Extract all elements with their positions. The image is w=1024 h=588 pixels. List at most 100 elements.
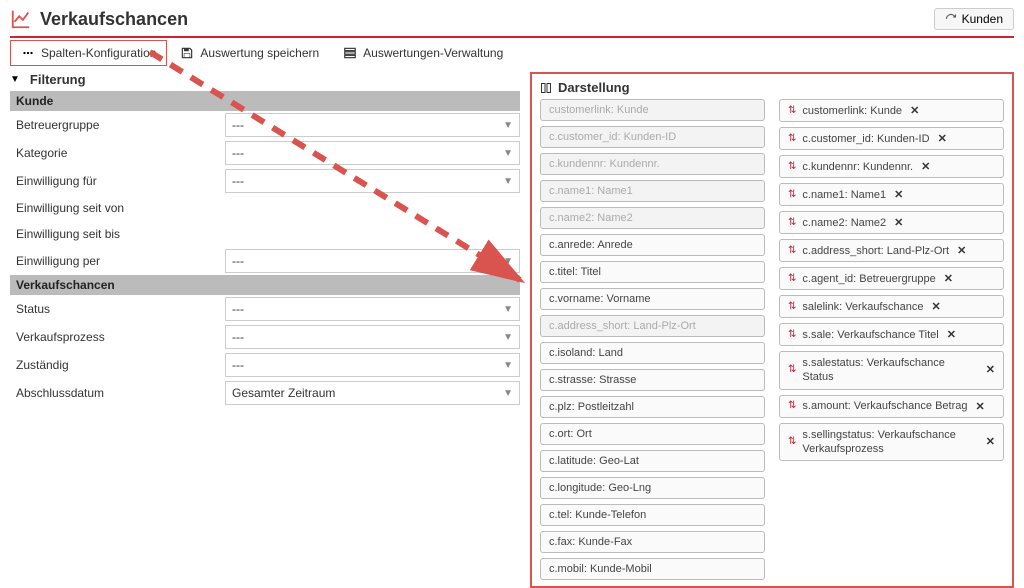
selected-column-chip[interactable]: ⇅c.address_short: Land-Plz-Ort✕ — [779, 239, 1004, 262]
remove-icon[interactable]: ✕ — [894, 216, 903, 229]
chip-label: customerlink: Kunde — [802, 105, 902, 117]
selected-column-chip[interactable]: ⇅ c.agent_id: Betreuergruppe ✕ — [779, 267, 1004, 290]
remove-icon[interactable]: ✕ — [931, 300, 940, 313]
layout-icon — [540, 82, 552, 94]
available-column-chip: customerlink: Kunde — [540, 99, 765, 121]
select-value: --- — [232, 146, 244, 160]
refresh-icon — [945, 13, 957, 25]
kunden-button[interactable]: Kunden — [934, 8, 1014, 30]
kunde-field-select[interactable]: ---▼ — [225, 169, 520, 193]
chevron-down-icon: ▼ — [503, 176, 513, 187]
drag-handle-icon[interactable]: ⇅ — [788, 106, 796, 116]
vk-field-label: Verkaufsprozess — [10, 326, 225, 348]
available-column-chip[interactable]: c.latitude: Geo-Lat — [540, 450, 765, 472]
selected-column-chip[interactable]: ⇅ c.customer_id: Kunden-ID ✕ — [779, 127, 1004, 150]
kunde-field-row: Kategorie---▼ — [10, 139, 520, 167]
chip-label: c.customer_id: Kunden-ID — [802, 133, 929, 145]
available-column-chip[interactable]: c.tel: Kunde-Telefon — [540, 504, 765, 526]
drag-handle-icon[interactable]: ⇅ — [788, 274, 796, 284]
kunde-field-label: Betreuergruppe — [10, 114, 225, 136]
darstellung-panel: Darstellung customerlink: Kunde c.custome… — [530, 72, 1014, 588]
select-value: --- — [232, 358, 244, 372]
selected-column-chip[interactable]: ⇅ c.kundennr: Kundennr. ✕ — [779, 155, 1004, 178]
remove-icon[interactable]: ✕ — [910, 104, 919, 117]
available-column-chip[interactable]: c.longitude: Geo-Lng — [540, 477, 765, 499]
toolbar-save-report[interactable]: Auswertung speichern — [169, 40, 330, 66]
kunde-field-row: Einwilligung für---▼ — [10, 167, 520, 195]
toolbar-column-config[interactable]: Spalten-Konfiguration — [10, 40, 167, 66]
filter-panel: Filterung Kunde Betreuergruppe---▼Katego… — [10, 72, 520, 588]
chip-label: c.agent_id: Betreuergruppe — [802, 273, 935, 285]
chip-label: c.name2: Name2 — [802, 217, 886, 229]
vk-field-select[interactable]: ---▼ — [225, 325, 520, 349]
remove-icon[interactable]: ✕ — [938, 132, 947, 145]
vk-field-select[interactable]: --- ▼ — [225, 353, 520, 377]
chevron-down-icon: ▼ — [503, 360, 513, 371]
remove-icon[interactable]: ✕ — [957, 244, 966, 257]
drag-handle-icon[interactable]: ⇅ — [788, 302, 796, 312]
vk-field-select[interactable]: ---▼ — [225, 297, 520, 321]
darstellung-title: Darstellung — [540, 80, 1004, 95]
selected-column-chip[interactable]: ⇅ customerlink: Kunde ✕ — [779, 99, 1004, 122]
available-column-chip[interactable]: c.ort: Ort — [540, 423, 765, 445]
header-separator — [10, 36, 1014, 38]
chip-label: s.sellingstatus: Verkaufschance Verkaufs… — [802, 428, 977, 457]
page-header: Verkaufschancen Kunden — [10, 8, 1014, 30]
selected-column-chip[interactable]: ⇅c.name1: Name1✕ — [779, 183, 1004, 206]
drag-handle-icon[interactable]: ⇅ — [788, 437, 796, 447]
selected-column-chip[interactable]: ⇅s.salestatus: Verkaufschance Status✕ — [779, 351, 1004, 390]
remove-icon[interactable]: ✕ — [921, 160, 930, 173]
available-column-chip: c.customer_id: Kunden-ID — [540, 126, 765, 148]
drag-handle-icon[interactable]: ⇅ — [788, 365, 796, 375]
available-column-chip[interactable]: c.mobil: Kunde-Mobil — [540, 558, 765, 580]
toolbar-manage-reports[interactable]: Auswertungen-Verwaltung — [332, 40, 514, 66]
chip-label: c.kundennr: Kundennr. — [802, 161, 913, 173]
section-header-verkaufschancen: Verkaufschancen — [10, 275, 520, 295]
vk-field-select[interactable]: Gesamter Zeitraum▼ — [225, 381, 520, 405]
remove-icon[interactable]: ✕ — [894, 188, 903, 201]
available-column-chip[interactable]: c.titel: Titel — [540, 261, 765, 283]
kunde-field-row: Einwilligung seit von — [10, 195, 520, 221]
available-column-chip: c.name1: Name1 — [540, 180, 765, 202]
available-column-chip[interactable]: c.fax: Kunde-Fax — [540, 531, 765, 553]
selected-column-chip[interactable]: ⇅ s.sale: Verkaufschance Titel ✕ — [779, 323, 1004, 346]
remove-icon[interactable]: ✕ — [944, 272, 953, 285]
drag-handle-icon[interactable]: ⇅ — [788, 162, 796, 172]
drag-handle-icon[interactable]: ⇅ — [788, 134, 796, 144]
selected-column-chip[interactable]: ⇅s.amount: Verkaufschance Betrag✕ — [779, 395, 1004, 418]
available-column-chip[interactable]: c.vorname: Vorname — [540, 288, 765, 310]
available-column-chip[interactable]: c.strasse: Strasse — [540, 369, 765, 391]
available-column-chip[interactable]: c.plz: Postleitzahl — [540, 396, 765, 418]
selected-column-chip[interactable]: ⇅ c.name2: Name2 ✕ — [779, 211, 1004, 234]
selected-column-chip[interactable]: ⇅salelink: Verkaufschance✕ — [779, 295, 1004, 318]
select-value: --- — [232, 254, 244, 268]
chevron-down-icon: ▼ — [503, 304, 513, 315]
manage-icon — [343, 46, 357, 60]
toolbar: Spalten-Konfiguration Auswertung speiche… — [10, 40, 1014, 66]
available-column-chip[interactable]: c.anrede: Anrede — [540, 234, 765, 256]
available-column-chip[interactable]: c.isoland: Land — [540, 342, 765, 364]
drag-handle-icon[interactable]: ⇅ — [788, 190, 796, 200]
drag-handle-icon[interactable]: ⇅ — [788, 401, 796, 411]
drag-handle-icon[interactable]: ⇅ — [788, 330, 796, 340]
dots-icon — [21, 46, 35, 60]
vk-field-label: Status — [10, 298, 225, 320]
kunde-field-select[interactable]: ---▼ — [225, 113, 520, 137]
kunde-field-select[interactable]: ---▼ — [225, 249, 520, 273]
remove-icon[interactable]: ✕ — [976, 400, 985, 413]
vk-field-row: Verkaufsprozess---▼ — [10, 323, 520, 351]
drag-handle-icon[interactable]: ⇅ — [788, 218, 796, 228]
select-value: --- — [232, 330, 244, 344]
chevron-down-icon: ▼ — [503, 388, 513, 399]
chip-label: s.sale: Verkaufschance Titel — [802, 329, 938, 341]
kunde-field-label: Einwilligung per — [10, 250, 225, 272]
remove-icon[interactable]: ✕ — [986, 435, 995, 449]
kunde-field-select[interactable]: ---▼ — [225, 141, 520, 165]
remove-icon[interactable]: ✕ — [947, 328, 956, 341]
kunde-field-row: Einwilligung seit bis — [10, 221, 520, 247]
selected-column-chip[interactable]: ⇅ s.sellingstatus: Verkaufschance Verkauf… — [779, 423, 1004, 462]
available-columns-list: customerlink: Kunde c.customer_id: Kunden… — [540, 99, 765, 580]
remove-icon[interactable]: ✕ — [986, 363, 995, 377]
drag-handle-icon[interactable]: ⇅ — [788, 246, 796, 256]
kunde-field-label: Einwilligung seit bis — [10, 223, 225, 245]
